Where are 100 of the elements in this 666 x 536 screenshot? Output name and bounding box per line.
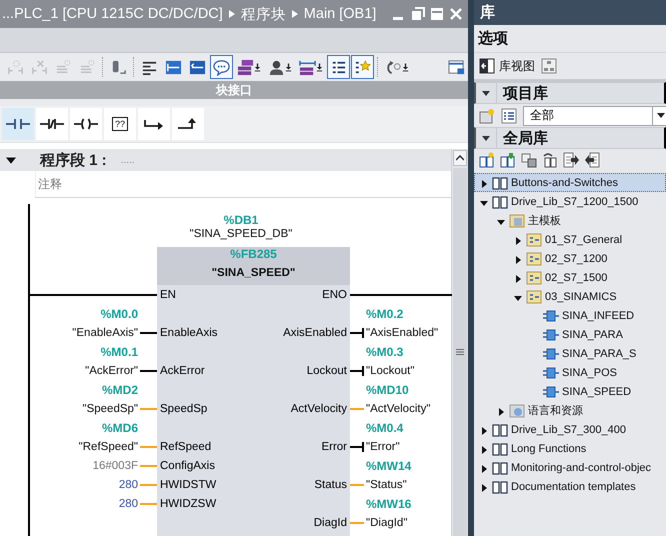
expand-arrow-icon[interactable] bbox=[480, 464, 488, 472]
operand: "AckError" bbox=[85, 364, 139, 376]
expand-arrow-icon[interactable] bbox=[514, 274, 522, 282]
scrollbar-thumb[interactable] bbox=[453, 168, 467, 536]
expand-arrow-icon[interactable] bbox=[480, 484, 488, 492]
book-icon bbox=[492, 194, 508, 208]
pin-label: Error bbox=[321, 440, 348, 452]
operand-address: %M0.3 bbox=[365, 344, 404, 358]
wire bbox=[140, 464, 157, 466]
list-button[interactable] bbox=[327, 55, 350, 79]
operand-address: %M0.1 bbox=[100, 344, 139, 358]
library-new-icon[interactable] bbox=[479, 108, 495, 124]
cylinder-icon bbox=[110, 58, 127, 76]
export-icon[interactable] bbox=[563, 152, 579, 168]
tree-item[interactable]: SINA_POS bbox=[474, 363, 666, 382]
tree-item[interactable]: Drive_Lib_S7_1200_1500 bbox=[474, 192, 666, 211]
dropdown-arrow-icon[interactable] bbox=[316, 62, 323, 72]
dropdown-arrow-icon[interactable] bbox=[285, 62, 292, 72]
pin-label: Status bbox=[314, 478, 348, 490]
tree-item[interactable]: 主模板 bbox=[474, 211, 666, 230]
tree-item[interactable]: Documentation templates bbox=[474, 477, 666, 496]
pin-label: ConfigAxis bbox=[159, 460, 215, 472]
tree-item[interactable]: SINA_SPEED bbox=[474, 382, 666, 401]
tree-item[interactable]: SINA_INFEED bbox=[474, 306, 666, 325]
dropdown-arrow-icon[interactable] bbox=[254, 62, 261, 72]
pin-label: EN bbox=[159, 288, 176, 300]
operand-address: %MD6 bbox=[102, 420, 139, 434]
save-icon[interactable] bbox=[521, 152, 537, 168]
book-arrow-icon[interactable] bbox=[500, 152, 516, 168]
grip-icon bbox=[456, 349, 464, 355]
branch-button[interactable] bbox=[172, 108, 204, 140]
tree-item[interactable]: 02_S7_1500 bbox=[474, 268, 666, 287]
collapse-arrow-icon[interactable] bbox=[4, 155, 18, 165]
book-undo-icon[interactable] bbox=[542, 152, 558, 168]
comment-field[interactable]: 注释 bbox=[35, 171, 451, 198]
tree-item[interactable]: SINA_PARA bbox=[474, 325, 666, 344]
expand-arrow-icon[interactable] bbox=[514, 294, 522, 302]
import-icon[interactable] bbox=[584, 152, 600, 168]
tree-item[interactable]: 02_S7_1200 bbox=[474, 249, 666, 268]
jump-button[interactable] bbox=[138, 108, 170, 140]
lines-star-icon bbox=[55, 58, 72, 76]
tree-item[interactable]: Long Functions bbox=[474, 439, 666, 458]
library-view-button[interactable]: 库视图 bbox=[479, 58, 535, 74]
global-library-header[interactable]: 全局库 bbox=[474, 127, 666, 149]
tree-item[interactable]: Monitoring-and-control-objec bbox=[474, 458, 666, 477]
pin-label: DiagId bbox=[314, 516, 348, 528]
expand-arrow-icon[interactable] bbox=[480, 426, 488, 434]
book-icon bbox=[492, 176, 508, 190]
expand-arrow-icon[interactable] bbox=[480, 446, 488, 454]
negated-contact-button[interactable] bbox=[36, 108, 68, 140]
maximize-icon[interactable] bbox=[429, 6, 445, 22]
speech-bubble-button[interactable] bbox=[210, 55, 233, 79]
book-star-icon[interactable] bbox=[479, 152, 495, 168]
operand: "ActVelocity" bbox=[365, 402, 430, 414]
empty-box-button[interactable]: ?? bbox=[104, 108, 136, 140]
instance-name: "SINA_SPEED_DB" bbox=[190, 228, 292, 240]
pin-label: HWIDZSW bbox=[159, 498, 216, 510]
tree-item[interactable]: SINA_PARA_S bbox=[474, 344, 666, 363]
operand: "DiagId" bbox=[365, 516, 408, 528]
pin-label: Lockout bbox=[306, 364, 348, 376]
operand: "Lockout" bbox=[365, 364, 414, 376]
list-view-icon[interactable] bbox=[501, 108, 517, 124]
coil-button[interactable] bbox=[70, 108, 102, 140]
contact-button[interactable] bbox=[2, 108, 34, 140]
filter-dropdown[interactable]: 全部 bbox=[523, 106, 666, 126]
operand: 280 bbox=[118, 498, 139, 510]
block-icon bbox=[543, 308, 559, 322]
operand-address: %MD10 bbox=[365, 382, 409, 396]
tree-item[interactable]: 03_SINAMICS bbox=[474, 287, 666, 306]
network-cross-icon bbox=[31, 58, 48, 76]
operand-address: %M0.0 bbox=[100, 306, 139, 320]
tree-item[interactable]: 01_S7_General bbox=[474, 230, 666, 249]
block-icon bbox=[543, 328, 559, 342]
wire bbox=[140, 502, 157, 504]
expand-arrow-icon[interactable] bbox=[514, 256, 522, 264]
expand-arrow-icon[interactable] bbox=[480, 180, 488, 188]
expand-arrow-icon[interactable] bbox=[497, 218, 505, 226]
expand-arrow-icon[interactable] bbox=[514, 236, 522, 244]
library-tree-icon[interactable] bbox=[541, 58, 557, 74]
chevron-icon[interactable] bbox=[481, 89, 491, 97]
dropdown-arrow-icon[interactable] bbox=[402, 62, 409, 72]
scroll-up-icon bbox=[456, 155, 464, 161]
project-library-header[interactable]: 项目库 bbox=[474, 82, 666, 104]
close-icon[interactable] bbox=[448, 6, 464, 22]
tree-item[interactable]: 语言和资源 bbox=[474, 401, 666, 420]
tree-item[interactable]: Buttons-and-Switches bbox=[474, 173, 666, 192]
restore-icon[interactable] bbox=[410, 6, 426, 22]
expand-arrow-icon[interactable] bbox=[497, 408, 505, 416]
book-icon bbox=[492, 422, 508, 436]
coil-icon bbox=[74, 117, 98, 131]
star-list-icon bbox=[354, 58, 371, 76]
star-list-button[interactable] bbox=[351, 55, 374, 79]
speech-bubble-icon bbox=[213, 58, 230, 76]
operand: "Status" bbox=[365, 478, 407, 490]
wire bbox=[350, 484, 364, 486]
chevron-icon[interactable] bbox=[481, 134, 491, 142]
scroll-up-button[interactable] bbox=[453, 150, 467, 166]
tree-item[interactable]: Drive_Lib_S7_300_400 bbox=[474, 420, 666, 439]
operand-address: %MD2 bbox=[102, 382, 139, 396]
expand-arrow-icon[interactable] bbox=[480, 198, 488, 206]
